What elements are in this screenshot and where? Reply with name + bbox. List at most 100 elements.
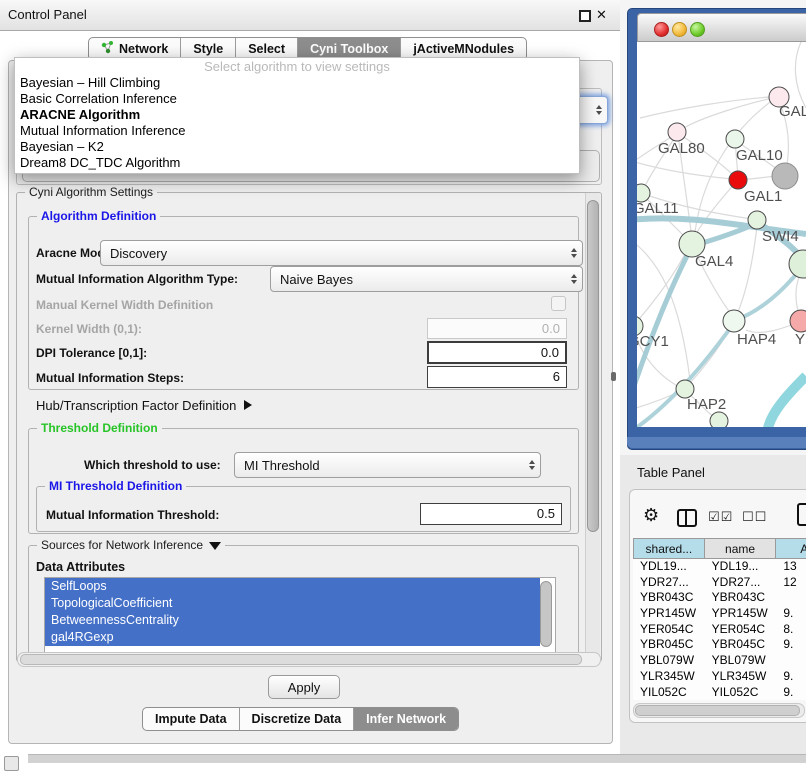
node-attribute-table: shared...nameA YDL19...YDL19...13YDR27..… — [633, 538, 806, 700]
mi-steps-field[interactable]: 6 — [427, 366, 567, 388]
column-header-shared[interactable]: shared... — [633, 538, 705, 559]
hub-definition-expander[interactable]: Hub/Transcription Factor Definition — [36, 398, 252, 413]
tab-label: Discretize Data — [252, 712, 342, 726]
tab-impute-data[interactable]: Impute Data — [143, 708, 239, 730]
table-cell: YIL052C — [633, 685, 705, 701]
table-cell: 9. — [776, 685, 806, 701]
table-cell: YBL079W — [705, 653, 777, 669]
dock-icon[interactable] — [4, 756, 19, 771]
table-cell: 12 — [776, 575, 806, 591]
tab-discretize-data[interactable]: Discretize Data — [239, 708, 354, 730]
column-header-a[interactable]: A — [776, 538, 806, 559]
expand-right-icon — [244, 400, 252, 410]
table-hscrollbar-thumb[interactable] — [635, 705, 800, 716]
network-edge[interactable] — [768, 376, 806, 427]
network-node[interactable] — [789, 250, 806, 278]
mi-threshold-field[interactable]: 0.5 — [420, 503, 562, 525]
settings-scrollbar-thumb[interactable] — [587, 200, 599, 532]
panel-resize-handle[interactable] — [611, 372, 616, 381]
network-edge[interactable] — [640, 97, 770, 118]
float-window-icon[interactable] — [579, 10, 591, 22]
tab-infer-network[interactable]: Infer Network — [353, 708, 458, 730]
table-row[interactable]: YBR045CYBR045C9. — [633, 637, 806, 653]
deselect-checkboxes-icon[interactable]: ☐☐ — [742, 509, 767, 525]
table-row[interactable]: YBR043CYBR043C — [633, 590, 806, 606]
network-node-label: HAP2 — [687, 396, 726, 413]
network-node-y[interactable] — [790, 310, 806, 332]
table-row[interactable]: YLR345WYLR345W9. — [633, 669, 806, 685]
settings-hscrollbar-thumb[interactable] — [20, 654, 582, 665]
network-edge[interactable] — [734, 226, 757, 321]
table-cell: YLR345W — [633, 669, 705, 685]
data-attributes-list[interactable]: SelfLoopsTopologicalCoefficientBetweenne… — [44, 577, 556, 654]
table-row[interactable]: YPR145WYPR145W9. — [633, 606, 806, 622]
panel-title: Control Panel — [8, 7, 87, 22]
network-node[interactable] — [710, 412, 728, 427]
select-checkboxes-icon[interactable]: ☑☑ — [708, 509, 733, 525]
manual-kernel-checkbox[interactable] — [551, 296, 566, 311]
mi-type-value: Naive Bayes — [280, 272, 571, 287]
mi-threshold-definition-title: MI Threshold Definition — [45, 479, 186, 493]
table-panel-title: Table Panel — [637, 465, 705, 480]
close-traffic-light-icon[interactable] — [654, 22, 669, 37]
list-scrollbar-thumb[interactable] — [540, 581, 552, 647]
aracne-mode-combo[interactable]: Discovery — [100, 240, 583, 266]
list-item[interactable]: BetweennessCentrality — [45, 612, 540, 629]
algorithm-option-bayesian-hill-climbing[interactable]: Bayesian – Hill Climbing — [15, 75, 579, 91]
kernel-width-label: Kernel Width (0,1): — [36, 322, 142, 336]
network-edge[interactable] — [637, 246, 692, 398]
network-node-hap4[interactable] — [723, 310, 745, 332]
manual-kernel-label: Manual Kernel Width Definition — [36, 298, 213, 312]
tab-label: Select — [248, 42, 285, 56]
column-header-name[interactable]: name — [705, 538, 777, 559]
algorithm-option-basic-correlation-inference[interactable]: Basic Correlation Inference — [15, 91, 579, 107]
network-node[interactable] — [772, 163, 798, 189]
algorithm-option-mutual-information-inference[interactable]: Mutual Information Inference — [15, 123, 579, 139]
list-item[interactable]: SelfLoops — [45, 578, 540, 595]
network-node-gal80[interactable] — [668, 123, 686, 141]
minimize-traffic-light-icon[interactable] — [672, 22, 687, 37]
algorithm-option-dream8-dc-tdc-algorithm[interactable]: Dream8 DC_TDC Algorithm — [15, 155, 579, 171]
table-row[interactable]: YDL19...YDL19...13 — [633, 559, 806, 575]
network-node-swi4[interactable] — [748, 211, 766, 229]
list-item[interactable]: TopologicalCoefficient — [45, 595, 540, 612]
control-panel-titlebar: Control Panel ✕ — [0, 0, 620, 31]
table-row[interactable]: YBL079WYBL079W — [633, 653, 806, 669]
close-panel-icon[interactable]: ✕ — [596, 7, 607, 23]
stepper-arrows-icon — [571, 274, 577, 284]
collapse-down-icon — [209, 542, 221, 550]
algorithm-option-bayesian-k2[interactable]: Bayesian – K2 — [15, 139, 579, 155]
mi-threshold-label: Mutual Information Threshold: — [46, 508, 219, 522]
apply-button[interactable]: Apply — [268, 675, 340, 699]
table-row[interactable]: YDR27...YDR27...12 — [633, 575, 806, 591]
network-node-gal1[interactable] — [729, 171, 747, 189]
kernel-width-field[interactable]: 0.0 — [427, 318, 567, 339]
table-row[interactable]: YIL052CYIL052C9. — [633, 685, 806, 701]
network-edge[interactable] — [684, 97, 777, 128]
list-item[interactable]: gal4RGexp — [45, 629, 540, 646]
data-attributes-label: Data Attributes — [36, 560, 125, 574]
algorithm-option-aracne-algorithm[interactable]: ARACNE Algorithm — [15, 107, 579, 123]
network-node-label: SWI4 — [762, 228, 799, 245]
mi-type-combo[interactable]: Naive Bayes — [270, 266, 583, 292]
network-edge[interactable] — [694, 180, 738, 238]
dpi-tolerance-field[interactable]: 0.0 — [427, 341, 567, 364]
split-columns-icon[interactable] — [677, 509, 697, 527]
network-node-label: GAL10 — [736, 147, 783, 164]
which-threshold-combo[interactable]: MI Threshold — [234, 452, 541, 478]
import-table-icon[interactable] — [797, 503, 806, 526]
table-row[interactable]: YER054CYER054C8. — [633, 622, 806, 638]
tab-label: Impute Data — [155, 712, 227, 726]
network-edge[interactable] — [795, 42, 806, 108]
network-view-canvas[interactable]: GALGAL80GAL10GAL1GAL11SWI4GAL4HAP4YGCY1H… — [637, 42, 806, 427]
table-cell: 9. — [776, 606, 806, 622]
sources-group-title[interactable]: Sources for Network Inference — [37, 538, 225, 552]
table-cell: YPR145W — [705, 606, 777, 622]
network-window-titlebar[interactable] — [637, 13, 806, 42]
zoom-traffic-light-icon[interactable] — [690, 22, 705, 37]
network-node-gal10[interactable] — [726, 130, 744, 148]
table-cell: YDR27... — [633, 575, 705, 591]
gear-icon[interactable]: ⚙ — [643, 505, 659, 526]
table-cell: YBR043C — [633, 590, 705, 606]
algorithm-dropdown-popup: Select algorithm to view settings Bayesi… — [14, 57, 580, 174]
